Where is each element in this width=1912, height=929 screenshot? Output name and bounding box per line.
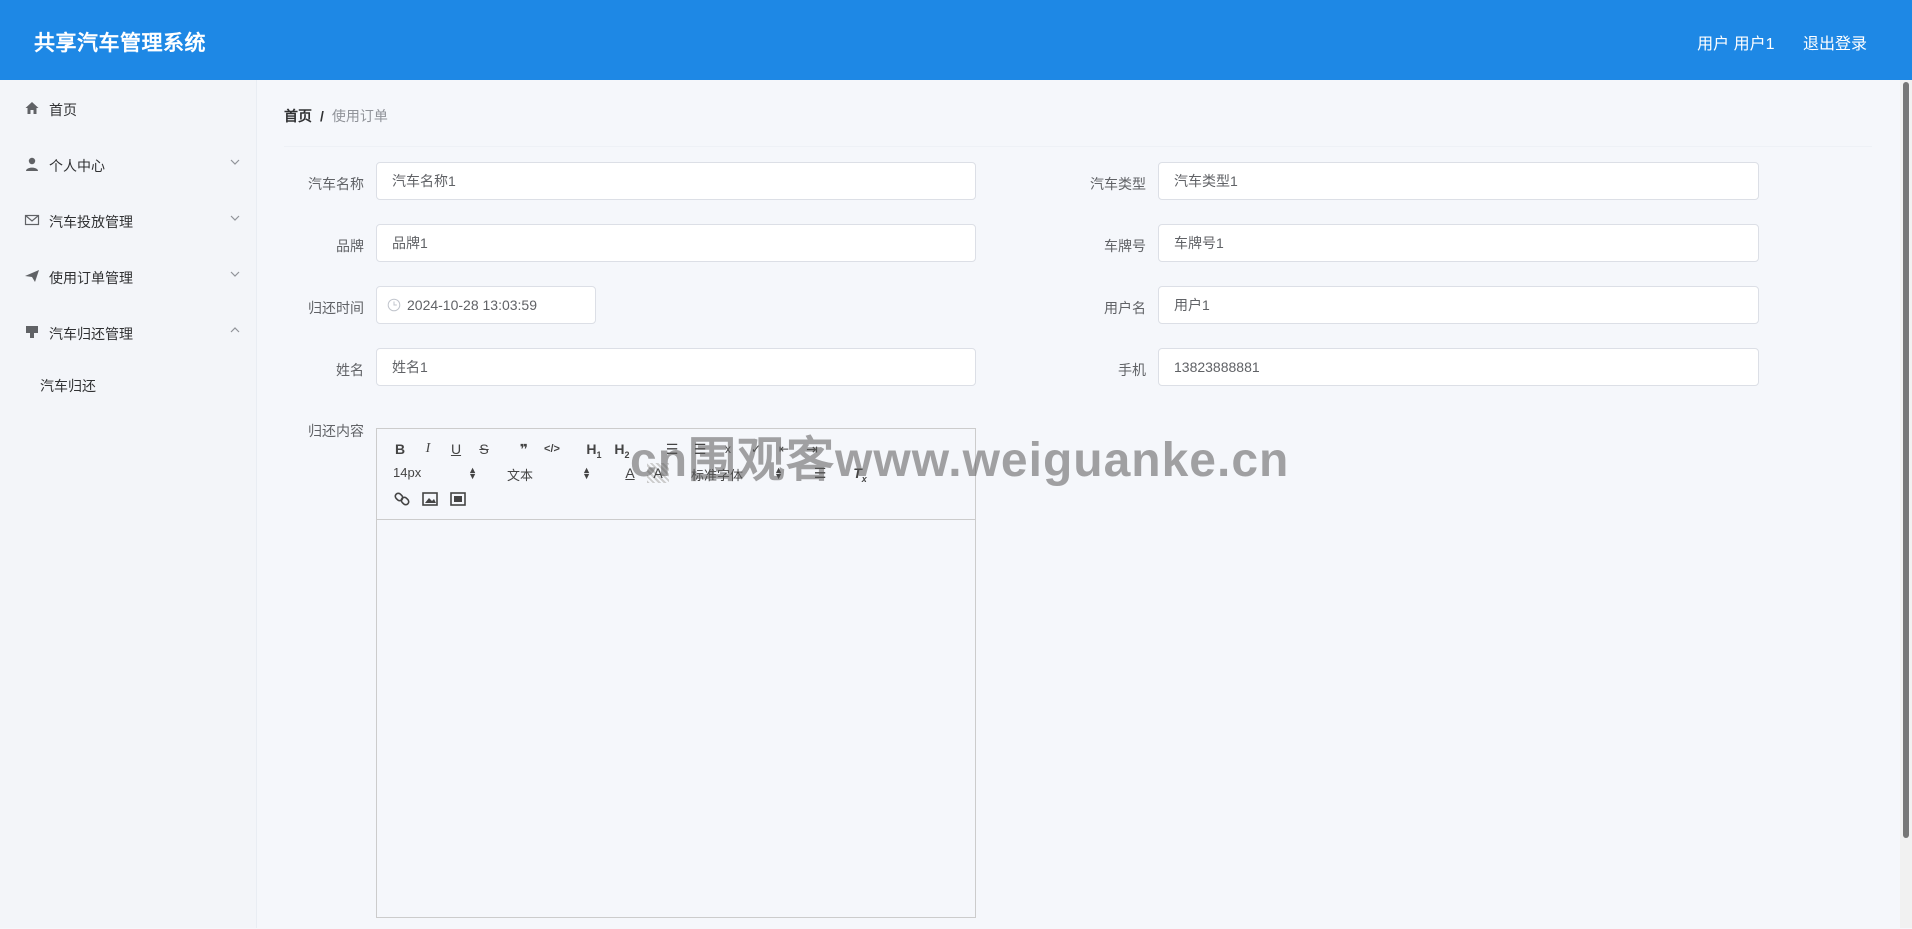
background-color-icon[interactable]: A (647, 463, 669, 483)
underline-button[interactable]: U (445, 439, 467, 459)
return-time-label: 归还时间 (308, 300, 364, 316)
sidebar-item-label: 个人中心 (49, 158, 105, 174)
paragraph-select[interactable]: 文本 ▲ ▼ (507, 465, 591, 484)
font-family-value: 标准字体 (691, 468, 744, 483)
breadcrumb: 首页 / 使用订单 (284, 106, 388, 126)
align-icon[interactable]: ☰ (809, 463, 831, 483)
chevron-down-icon (230, 159, 240, 165)
brand-label: 品牌 (336, 238, 364, 254)
printer-icon (26, 326, 38, 338)
outdent-icon[interactable]: ⇤ (773, 439, 795, 459)
username-input[interactable]: 用户1 (1158, 286, 1759, 324)
italic-button[interactable]: I (417, 439, 439, 459)
chevron-down-icon (230, 271, 240, 277)
sidebar-item-label: 首页 (49, 102, 77, 118)
sidebar-item-home[interactable]: 首页 (0, 88, 256, 128)
return-time-picker[interactable]: 2024-10-28 13:03:59 (376, 286, 596, 324)
brand-input[interactable]: 品牌1 (376, 224, 976, 262)
editor-content-area[interactable] (377, 520, 975, 917)
plate-input[interactable]: 车牌号1 (1158, 224, 1759, 262)
name-label: 姓名 (336, 362, 364, 378)
editor-toolbar: B I U S ❞ </> H1 H2 ☰ ☰ x ✓ ⇤ ⇥ 14px ▲ ▼ … (377, 429, 975, 520)
ordered-list-icon[interactable]: ☰ (661, 439, 683, 459)
sidebar-item-label: 汽车归还管理 (49, 326, 133, 342)
chevron-down-icon (230, 215, 240, 221)
logout-link[interactable]: 退出登录 (1803, 36, 1867, 53)
clear-format-icon[interactable]: Tx (849, 463, 871, 484)
car-type-label: 汽车类型 (1090, 176, 1146, 192)
bold-button[interactable]: B (389, 439, 411, 459)
font-size-value: 14px (393, 465, 422, 480)
subscript-icon[interactable]: x (717, 439, 739, 459)
font-size-select[interactable]: 14px ▲ ▼ (393, 465, 477, 481)
car-name-input[interactable]: 汽车名称1 (376, 162, 976, 200)
plate-label: 车牌号 (1104, 238, 1146, 254)
sidebar: 首页 个人中心 汽车投放管理 使用订单管理 汽车归还管理 汽车归还 (0, 80, 257, 928)
breadcrumb-separator: / (320, 108, 324, 124)
return-content-label: 归还内容 (308, 423, 364, 439)
superscript-icon[interactable]: ✓ (745, 439, 767, 459)
breadcrumb-current: 使用订单 (331, 108, 388, 124)
sidebar-item-personal-center[interactable]: 个人中心 (0, 144, 256, 184)
header2-button[interactable]: H2 (611, 439, 633, 460)
header-user-area: 用户 用户1 退出登录 (1673, 30, 1867, 54)
phone-input[interactable]: 13823888881 (1158, 348, 1759, 386)
home-icon (25, 102, 39, 114)
sidebar-item-return-management[interactable]: 汽车归还管理 (0, 312, 256, 352)
paragraph-value: 文本 (507, 468, 534, 483)
link-icon[interactable] (391, 489, 413, 509)
select-caret-icon: ▲ ▼ (774, 465, 783, 481)
car-name-label: 汽车名称 (308, 176, 364, 192)
current-user-label: 用户 用户1 (1697, 36, 1775, 53)
clock-icon (387, 298, 401, 312)
return-time-value: 2024-10-28 13:03:59 (407, 297, 537, 313)
name-input[interactable]: 姓名1 (376, 348, 976, 386)
mail-icon (24, 214, 40, 226)
sidebar-item-label: 使用订单管理 (49, 270, 133, 286)
bullet-list-icon[interactable]: ☰ (689, 439, 711, 459)
indent-icon[interactable]: ⇥ (801, 439, 823, 459)
user-icon (26, 157, 38, 171)
car-type-input[interactable]: 汽车类型1 (1158, 162, 1759, 200)
return-content-editor: B I U S ❞ </> H1 H2 ☰ ☰ x ✓ ⇤ ⇥ 14px ▲ ▼ … (376, 428, 976, 918)
chevron-up-icon (230, 327, 240, 333)
send-icon (25, 270, 39, 282)
select-caret-icon: ▲ ▼ (468, 465, 477, 481)
sidebar-subitem-car-return[interactable]: 汽车归还 (0, 366, 256, 402)
scroll-thumb[interactable] (1903, 82, 1909, 838)
sidebar-item-car-deployment[interactable]: 汽车投放管理 (0, 200, 256, 240)
strike-button[interactable]: S (473, 439, 495, 459)
sidebar-subitem-label: 汽车归还 (40, 378, 96, 394)
page-scrollbar[interactable] (1900, 80, 1912, 928)
app-title: 共享汽车管理系统 (34, 32, 206, 55)
blockquote-icon[interactable]: ❞ (513, 439, 535, 459)
header1-button[interactable]: H1 (583, 439, 605, 460)
video-icon[interactable] (447, 489, 469, 509)
code-block-icon[interactable]: </> (541, 439, 563, 459)
font-family-select[interactable]: 标准字体 ▲ ▼ (691, 465, 783, 484)
username-label: 用户名 (1104, 300, 1146, 316)
sidebar-item-order-management[interactable]: 使用订单管理 (0, 256, 256, 296)
font-color-icon[interactable]: A (619, 463, 641, 483)
image-icon[interactable] (419, 489, 441, 509)
select-caret-icon: ▲ ▼ (582, 465, 591, 481)
top-header: 共享汽车管理系统 用户 用户1 退出登录 (0, 0, 1912, 80)
sidebar-item-label: 汽车投放管理 (49, 214, 133, 230)
phone-label: 手机 (1118, 362, 1146, 378)
breadcrumb-home[interactable]: 首页 (284, 108, 312, 124)
